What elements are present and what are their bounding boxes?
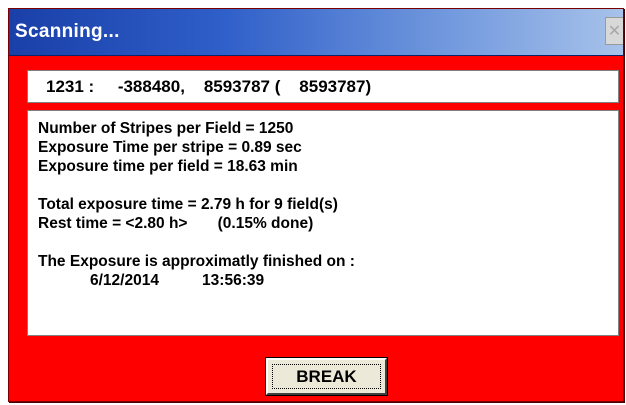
stripes-per-field-text: Number of Stripes per Field = 1250: [38, 120, 294, 137]
finish-datetime: 6/12/2014 13:56:39: [38, 271, 618, 290]
break-button[interactable]: BREAK: [265, 357, 388, 396]
exposure-info-panel: Number of Stripes per Field = 1250 Expos…: [27, 110, 619, 336]
close-icon[interactable]: ✕: [605, 17, 623, 45]
total-exposure-text: Total exposure time = 2.79 h for 9 field…: [38, 196, 338, 213]
window-title: Scanning...: [15, 21, 120, 42]
title-bar[interactable]: Scanning... ✕: [9, 9, 623, 56]
rest-time-text: Rest time = <2.80 h> (0.15% done): [38, 215, 314, 232]
finish-label: The Exposure is approximatly finished on…: [38, 253, 355, 270]
finish-time: 13:56:39: [202, 272, 265, 289]
exposure-per-field-text: Exposure time per field = 18.63 min: [38, 158, 298, 175]
exposure-per-stripe-text: Exposure Time per stripe = 0.89 sec: [38, 139, 302, 156]
finish-date: 6/12/2014: [90, 272, 159, 289]
coordinates-readout: 1231 : -388480, 8593787 ( 8593787): [27, 70, 619, 103]
focus-rectangle: [272, 364, 381, 389]
scanning-dialog: Scanning... ✕ 1231 : -388480, 8593787 ( …: [8, 8, 624, 402]
